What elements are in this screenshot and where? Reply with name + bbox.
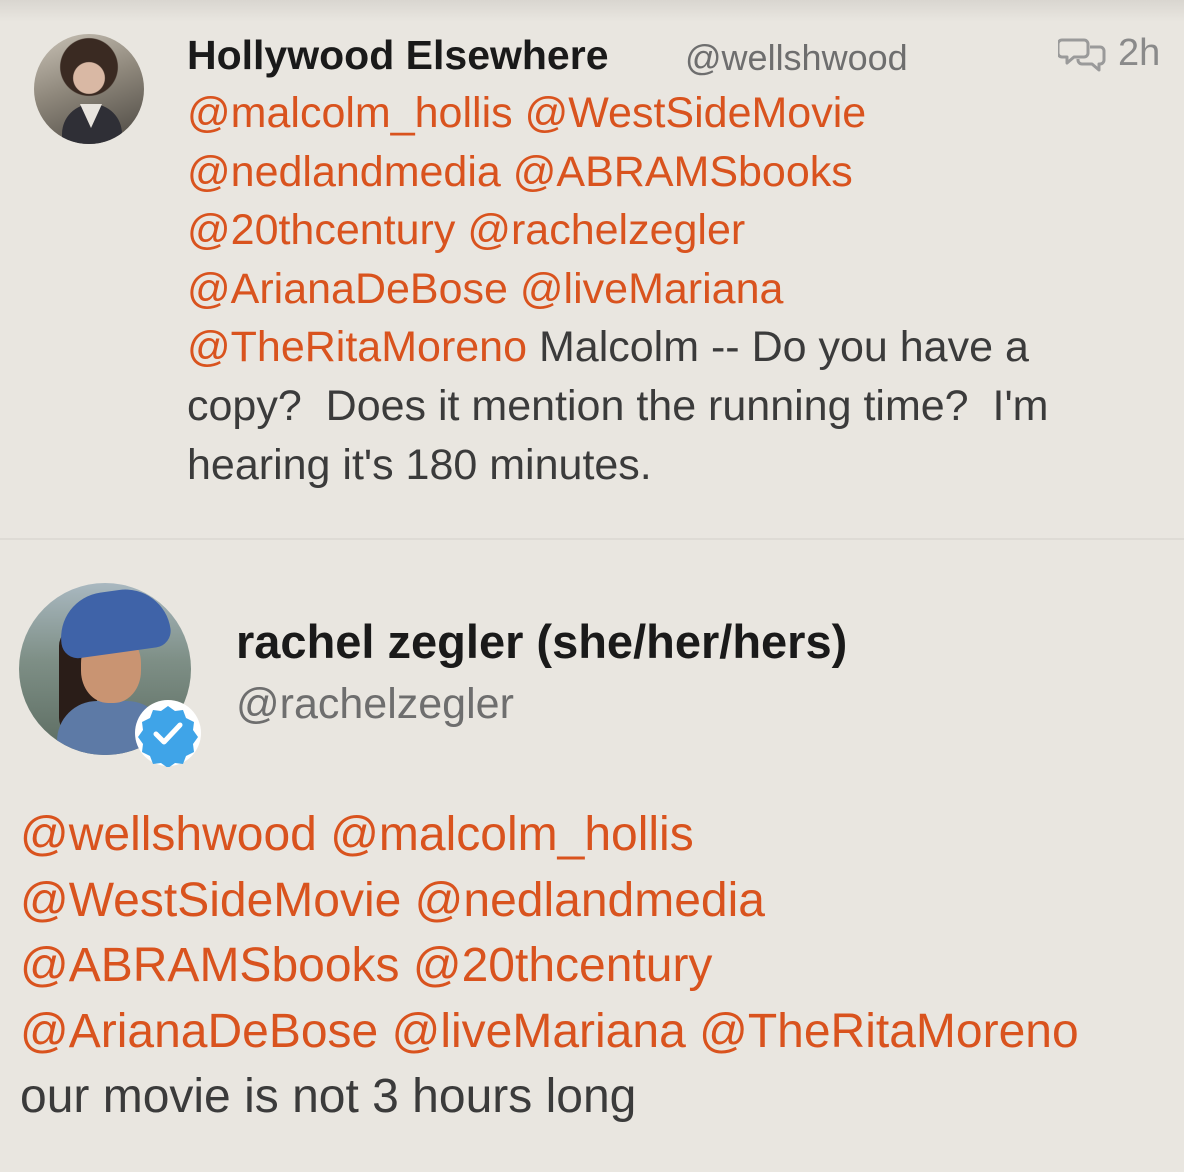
tweet-text-segment	[400, 939, 413, 992]
tweet-line: our movie is not 3 hours long	[20, 1064, 1180, 1130]
tweet-text-segment	[513, 89, 525, 137]
conversation-icon[interactable]	[1058, 36, 1106, 72]
tweet-line: @ArianaDeBose @liveMariana	[187, 260, 1167, 319]
tweet-line: copy? Does it mention the running time? …	[187, 377, 1167, 436]
tweet-text-segment	[686, 1005, 699, 1058]
mention-link[interactable]: @20thcentury	[413, 939, 713, 992]
mention-link[interactable]: @liveMariana	[520, 265, 784, 313]
tweet-line: @wellshwood @malcolm_hollis	[20, 802, 1180, 868]
mention-link[interactable]: @TheRitaMoreno	[187, 323, 527, 371]
timestamp: 2h	[1118, 32, 1161, 74]
mention-link[interactable]: @ABRAMSbooks	[20, 939, 400, 992]
tweet-line: @WestSideMovie @nedlandmedia	[20, 868, 1180, 934]
tweet-line: @TheRitaMoreno Malcolm -- Do you have a	[187, 318, 1167, 377]
tweet-text-segment	[401, 874, 414, 927]
tweet-line: hearing it's 180 minutes.	[187, 436, 1167, 495]
tweet-divider	[0, 538, 1184, 540]
mention-link[interactable]: @malcolm_hollis	[187, 89, 513, 137]
tweet-hollywood-elsewhere[interactable]: Hollywood Elsewhere @wellshwood 2h @malc…	[0, 0, 1184, 538]
user-handle[interactable]: @rachelzegler	[236, 680, 514, 729]
tweet-text-segment	[378, 1005, 391, 1058]
tweet-line: @malcolm_hollis @WestSideMovie	[187, 84, 1167, 143]
mention-link[interactable]: @WestSideMovie	[525, 89, 867, 137]
user-handle[interactable]: @wellshwood	[685, 37, 908, 79]
mention-link[interactable]: @ArianaDeBose	[187, 265, 508, 313]
tweet-line: @nedlandmedia @ABRAMSbooks	[187, 143, 1167, 202]
mention-link[interactable]: @wellshwood	[20, 808, 317, 861]
tweet-text: @wellshwood @malcolm_hollis @WestSideMovi…	[20, 802, 1180, 1130]
tweet-text-segment: copy? Does it mention the running time? …	[187, 381, 1049, 430]
mention-link[interactable]: @nedlandmedia	[187, 148, 501, 196]
mention-link[interactable]: @TheRitaMoreno	[699, 1005, 1079, 1058]
verified-badge-icon	[135, 700, 201, 767]
mention-link[interactable]: @nedlandmedia	[415, 874, 765, 927]
avatar-beret	[55, 583, 173, 661]
tweet-line: @20thcentury @rachelzegler	[187, 201, 1167, 260]
mention-link[interactable]: @malcolm_hollis	[330, 808, 694, 861]
mention-link[interactable]: @ArianaDeBose	[20, 1005, 378, 1058]
tweet-line: @ABRAMSbooks @20thcentury	[20, 933, 1180, 999]
tweet-line: @ArianaDeBose @liveMariana @TheRitaMoren…	[20, 999, 1180, 1065]
mention-link[interactable]: @rachelzegler	[467, 206, 745, 254]
mention-link[interactable]: @WestSideMovie	[20, 874, 401, 927]
mention-link[interactable]: @liveMariana	[392, 1005, 686, 1058]
tweet-text-segment	[455, 206, 467, 254]
mention-link[interactable]: @20thcentury	[187, 206, 455, 254]
avatar[interactable]	[34, 34, 144, 144]
tweet-text-segment	[501, 148, 513, 196]
display-name[interactable]: Hollywood Elsewhere	[187, 32, 609, 79]
mention-link[interactable]: @ABRAMSbooks	[513, 148, 853, 196]
tweet-text-segment	[317, 808, 330, 861]
tweet-text-segment: hearing it's 180 minutes.	[187, 440, 652, 489]
tweet-text-segment: our movie is not 3 hours long	[20, 1070, 637, 1123]
tweet-text: @malcolm_hollis @WestSideMovie @nedlandme…	[187, 84, 1167, 494]
tweet-text-segment: Malcolm -- Do you have a	[527, 323, 1029, 372]
display-name[interactable]: rachel zegler (she/her/hers)	[236, 614, 847, 669]
tweet-text-segment	[508, 265, 520, 313]
